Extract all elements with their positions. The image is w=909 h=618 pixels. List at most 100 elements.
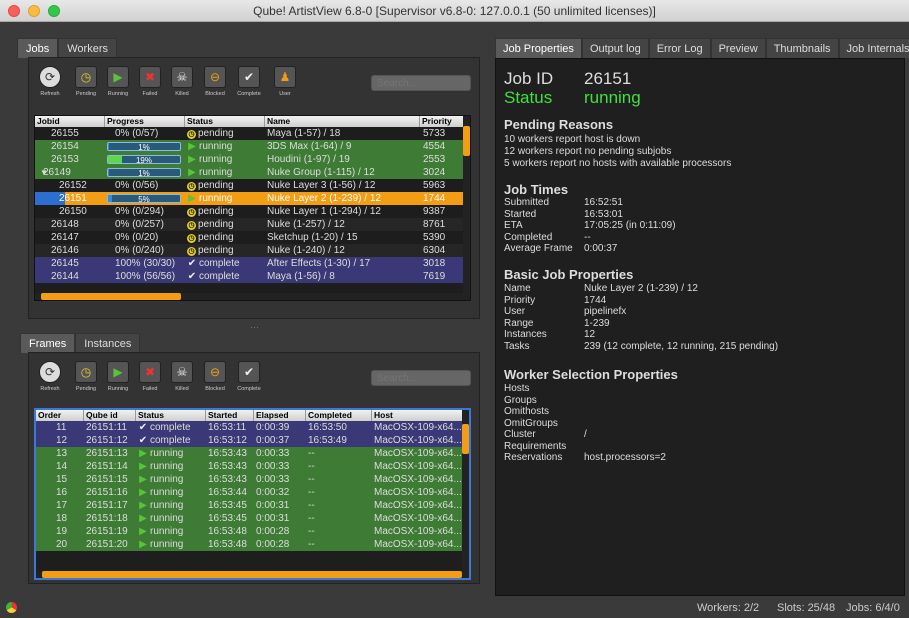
job-id-value: 26151	[584, 69, 632, 88]
jobs-column-header-priority[interactable]: Priority	[420, 116, 465, 127]
status-cell: ◷ pending	[187, 218, 234, 231]
frame-elapsed: 0:00:28	[256, 526, 290, 537]
frames-column-header-qube-id[interactable]: Qube id	[84, 410, 136, 421]
status-cell: ▶ running	[138, 447, 183, 460]
tab-thumbnails[interactable]: Thumbnails	[765, 38, 839, 58]
pending-status-icon: ◷	[187, 208, 196, 217]
user-filter-button[interactable]: ♟	[274, 66, 296, 88]
worker-property-row: Omithosts	[504, 406, 899, 418]
jobs-column-header-name[interactable]: Name	[265, 116, 420, 127]
frames-vertical-scroll-thumb[interactable]	[462, 424, 469, 454]
frame-row[interactable]: 20 26151:20 ▶ running 16:53:48 0:00:28 -- MacOS…	[36, 538, 469, 551]
frame-started: 16:53:44	[208, 487, 247, 498]
job-row[interactable]: 26147 0% (0/20) ◷ pending Sketchup (1-20) / …	[35, 231, 470, 244]
job-row[interactable]: 26152 0% (0/56) ◷ pending Nuke Layer 3 (1-56…	[35, 179, 470, 192]
frame-row[interactable]: 18 26151:18 ▶ running 16:53:45 0:00:31 -- MacOS…	[36, 512, 469, 525]
complete-filter-button[interactable]: ✔	[238, 361, 260, 383]
frames-horizontal-scrollbar[interactable]	[36, 571, 466, 578]
job-time-key: Submitted	[504, 197, 550, 208]
tab-job-properties[interactable]: Job Properties	[495, 38, 582, 58]
frame-qube-id: 26151:11	[86, 422, 127, 433]
frame-row[interactable]: 19 26151:19 ▶ running 16:53:48 0:00:28 -- MacOS…	[36, 525, 469, 538]
blocked-filter-button[interactable]: ⊖	[204, 66, 226, 88]
basic-property-row: Name Nuke Layer 2 (1-239) / 12	[504, 283, 899, 295]
progress-text: 0% (0/257)	[115, 219, 164, 230]
job-id-label: Job ID	[504, 69, 554, 88]
frames-table: Order Qube id Status Started Elapsed Complete…	[34, 408, 471, 580]
job-row[interactable]: 26145 100% (30/30) ✔ complete After Effects …	[35, 257, 470, 270]
pending-reason-line: 5 workers report no hosts with available…	[504, 158, 732, 169]
running-filter-button[interactable]: ▶	[107, 66, 129, 88]
job-row[interactable]: 26148 0% (0/257) ◷ pending Nuke (1-257) / 12…	[35, 218, 470, 231]
running-status-icon: ▶	[188, 167, 196, 178]
frame-row[interactable]: 12 26151:12 ✔ complete 16:53:12 0:00:37 16:53:…	[36, 434, 469, 447]
job-row[interactable]: ▼ 26149 1% ▶ running Nuke Group (1-115) / 12 3…	[35, 166, 470, 179]
pending-reason-line: 12 workers report no pending subjobs	[504, 146, 672, 157]
frame-row[interactable]: 17 26151:17 ▶ running 16:53:45 0:00:31 -- MacOS…	[36, 499, 469, 512]
status-cell: ▶ running	[138, 460, 183, 473]
tab-preview[interactable]: Preview	[710, 38, 766, 58]
killed-filter-button[interactable]: ☠	[171, 361, 193, 383]
frames-column-header-completed[interactable]: Completed	[306, 410, 372, 421]
frames-horizontal-scroll-thumb[interactable]	[42, 571, 462, 578]
job-time-key: Started	[504, 208, 537, 220]
pending-filter-button[interactable]: ◷	[75, 361, 97, 383]
running-status-icon: ▶	[188, 193, 196, 204]
frame-row[interactable]: 13 26151:13 ▶ running 16:53:43 0:00:33 -- MacOS…	[36, 447, 469, 460]
jobs-column-header-progress[interactable]: Progress	[105, 116, 185, 127]
refresh-filter-button[interactable]: ⟳	[39, 66, 61, 88]
slots-count: Slots: 25/48	[777, 602, 836, 614]
frames-vertical-scrollbar[interactable]	[462, 410, 469, 578]
blocked-filter-button[interactable]: ⊖	[204, 361, 226, 383]
job-row[interactable]: 26144 100% (56/56) ✔ complete Maya (1-56) / …	[35, 270, 470, 283]
job-row[interactable]: 26146 0% (0/240) ◷ pending Nuke (1-240) / 12…	[35, 244, 470, 257]
jobs-horizontal-scroll-thumb[interactable]	[41, 293, 181, 300]
status-text: running	[150, 526, 184, 537]
frame-row[interactable]: 14 26151:14 ▶ running 16:53:43 0:00:33 -- MacOS…	[36, 460, 469, 473]
frames-column-header-started[interactable]: Started	[206, 410, 254, 421]
basic-property-key: Tasks	[504, 340, 530, 352]
job-row[interactable]: 26150 0% (0/294) ◷ pending Nuke Layer 1 (1-2…	[35, 205, 470, 218]
status-text: pending	[198, 245, 234, 256]
progress-text: 1%	[138, 143, 150, 151]
job-row[interactable]: 26155 0% (0/57) ◷ pending Maya (1-57) / 18 57…	[35, 127, 470, 140]
frame-row[interactable]: 11 26151:11 ✔ complete 16:53:11 0:00:39 16:53:…	[36, 421, 469, 434]
frames-column-header-order[interactable]: Order	[36, 410, 84, 421]
failed-filter-button[interactable]: ✖	[139, 361, 161, 383]
jobs-column-header-status[interactable]: Status	[185, 116, 265, 127]
pending-status-icon: ◷	[187, 221, 196, 230]
frame-row[interactable]: 15 26151:15 ▶ running 16:53:43 0:00:33 -- MacOS…	[36, 473, 469, 486]
jobs-search-input[interactable]	[371, 75, 471, 91]
frame-order: 20	[56, 539, 68, 550]
jobs-column-header-jobid[interactable]: Jobid	[35, 116, 105, 127]
frames-column-header-host[interactable]: Host	[372, 410, 466, 421]
job-row[interactable]: 26153 19% ▶ running Houdini (1-97) / 19 2553	[35, 153, 470, 166]
basic-property-key: Range	[504, 317, 534, 329]
refresh-filter-button[interactable]: ⟳	[39, 361, 61, 383]
status-text: running	[150, 539, 184, 550]
killed-filter-button[interactable]: ☠	[171, 66, 193, 88]
job-row[interactable]: 26151 5% ▶ running Nuke Layer 2 (1-239) / 12…	[35, 192, 470, 205]
tab-error-log[interactable]: Error Log	[648, 38, 711, 58]
failed-filter-button[interactable]: ✖	[139, 66, 161, 88]
tab-workers[interactable]: Workers	[58, 38, 117, 58]
tab-instances[interactable]: Instances	[75, 333, 141, 353]
tab-jobs[interactable]: Jobs	[17, 38, 59, 58]
jobs-horizontal-scrollbar[interactable]	[35, 293, 465, 300]
complete-filter-button[interactable]: ✔	[238, 66, 260, 88]
status-cell: ▶ running	[138, 512, 183, 525]
pending-filter-button[interactable]: ◷	[75, 66, 97, 88]
frames-column-header-status[interactable]: Status	[136, 410, 206, 421]
splitter-handle[interactable]: ···	[250, 322, 259, 332]
jobs-vertical-scroll-thumb[interactable]	[463, 126, 470, 156]
job-name: Nuke Layer 2 (1-239) / 12	[267, 193, 381, 204]
frames-column-header-elapsed[interactable]: Elapsed	[254, 410, 306, 421]
running-filter-button[interactable]: ▶	[107, 361, 129, 383]
frames-search-input[interactable]	[371, 370, 471, 386]
frame-row[interactable]: 16 26151:16 ▶ running 16:53:44 0:00:32 -- MacOS…	[36, 486, 469, 499]
tab-frames[interactable]: Frames	[20, 333, 76, 353]
tab-output-log[interactable]: Output log	[581, 38, 649, 58]
job-row[interactable]: 26154 1% ▶ running 3DS Max (1-64) / 9 4554	[35, 140, 470, 153]
jobs-vertical-scrollbar[interactable]	[463, 116, 470, 300]
tab-job-internals[interactable]: Job Internals	[838, 38, 909, 58]
